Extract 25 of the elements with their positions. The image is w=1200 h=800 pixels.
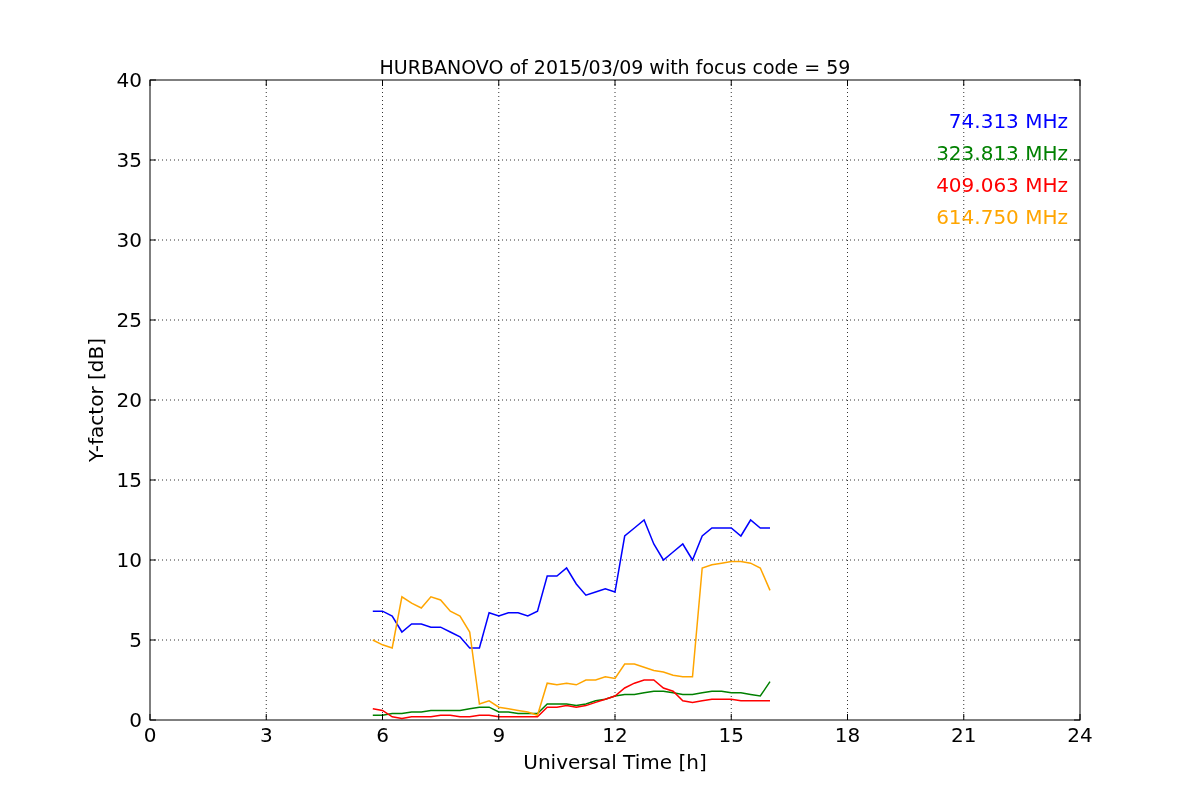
y-tick-label: 0 (129, 708, 142, 732)
y-tick-label: 25 (116, 308, 142, 332)
y-tick-label: 35 (116, 148, 142, 172)
y-axis-label: Y-factor [dB] (84, 338, 108, 462)
legend-label: 409.063 MHz (936, 173, 1068, 197)
x-tick-label: 15 (718, 723, 744, 747)
legend-label: 323.813 MHz (936, 141, 1068, 165)
legend-label: 74.313 MHz (948, 109, 1068, 133)
y-tick-label: 20 (116, 388, 142, 412)
x-tick-label: 24 (1067, 723, 1093, 747)
x-tick-label: 3 (259, 723, 273, 747)
x-tick-label: 9 (492, 723, 506, 747)
y-tick-label: 15 (116, 468, 142, 492)
legend-label: 614.750 MHz (936, 205, 1068, 229)
x-tick-label: 12 (602, 723, 628, 747)
x-axis-label: Universal Time [h] (523, 750, 707, 774)
chart-title: HURBANOVO of 2015/03/09 with focus code = 59 (379, 56, 851, 78)
y-tick-label: 10 (116, 548, 142, 572)
x-tick-label: 0 (143, 723, 157, 747)
y-tick-label: 30 (116, 228, 142, 252)
x-tick-label: 21 (951, 723, 977, 747)
x-tick-label: 18 (834, 723, 861, 747)
y-tick-label: 5 (129, 628, 142, 652)
y-tick-label: 40 (116, 68, 142, 92)
x-tick-label: 6 (376, 723, 389, 747)
